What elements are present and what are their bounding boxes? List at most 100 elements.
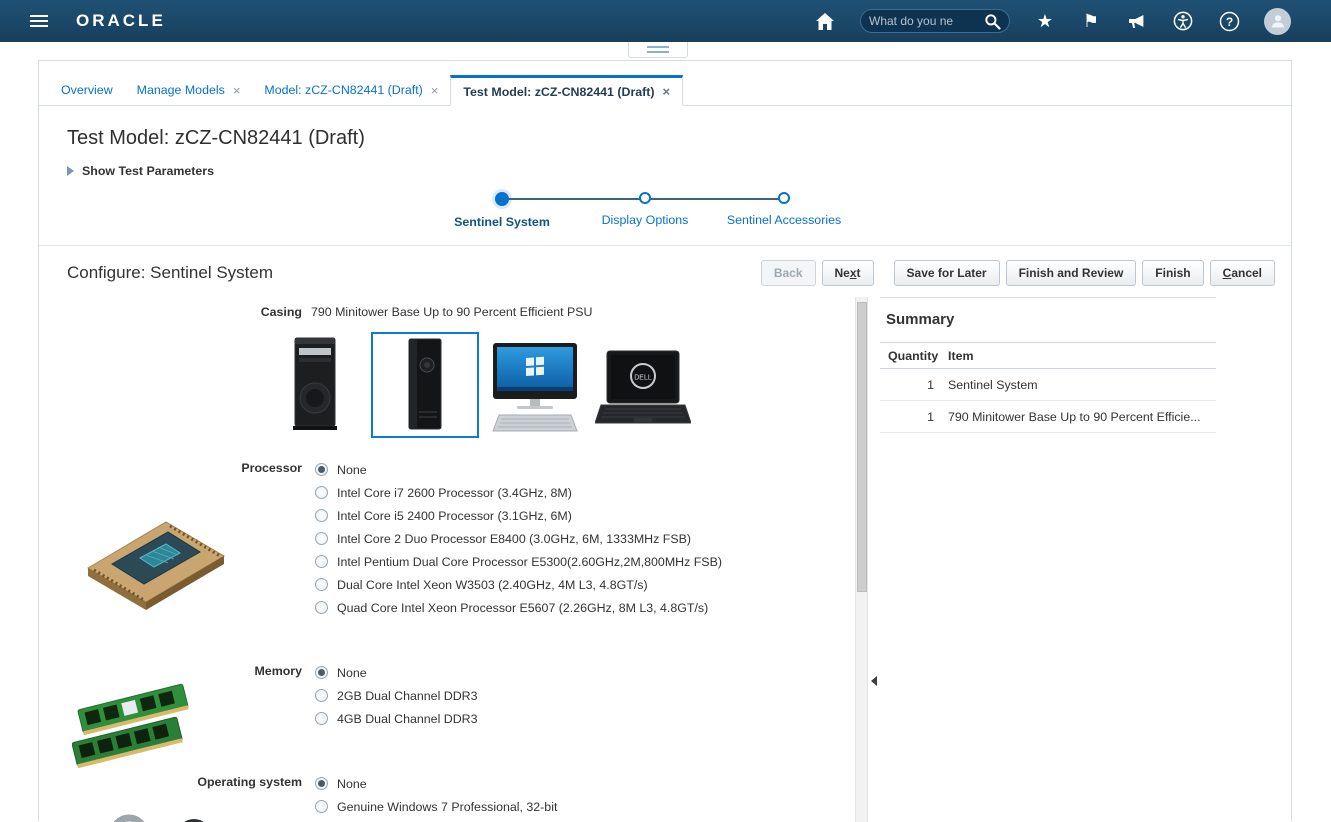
radio-button[interactable] [315, 463, 328, 476]
radio-option[interactable]: Dual Core Intel Xeon W3503 (2.40GHz, 4M … [315, 573, 722, 596]
radio-label[interactable]: 4GB Dual Channel DDR3 [337, 712, 478, 726]
scrollbar-thumb[interactable] [857, 302, 867, 592]
tab-test-model-draft[interactable]: Test Model: zCZ-CN82441 (Draft) × [450, 75, 684, 106]
train-step-sentinel-system[interactable]: Sentinel System [422, 192, 582, 229]
radio-button[interactable] [315, 509, 328, 522]
header-collapse-handle[interactable] [628, 42, 688, 58]
search-icon[interactable] [984, 13, 1001, 30]
back-button[interactable]: Back [760, 260, 816, 286]
configuration-panel: Casing 790 Minitower Base Up to 90 Perce… [39, 297, 855, 822]
hamburger-menu-button[interactable] [30, 12, 48, 30]
radio-button[interactable] [315, 800, 328, 813]
radio-label[interactable]: Intel Core 2 Duo Processor E8400 (3.0GHz… [337, 532, 691, 546]
radio-label[interactable]: None [337, 777, 367, 791]
radio-button[interactable] [315, 666, 328, 679]
flag-icon: ⚑ [1082, 10, 1100, 31]
radio-option[interactable]: None [315, 772, 557, 795]
radio-button[interactable] [315, 601, 328, 614]
global-search[interactable] [860, 9, 1010, 33]
radio-label[interactable]: Quad Core Intel Xeon Processor E5607 (2.… [337, 601, 708, 615]
radio-button[interactable] [315, 486, 328, 499]
close-icon[interactable]: × [233, 84, 241, 97]
os-options: None Genuine Windows 7 Professional, 32-… [315, 772, 557, 818]
close-icon[interactable]: × [431, 84, 439, 97]
radio-button[interactable] [315, 532, 328, 545]
collapse-arrow-icon[interactable] [871, 676, 877, 686]
radio-button[interactable] [315, 712, 328, 725]
show-test-parameters-toggle[interactable]: Show Test Parameters [67, 164, 214, 178]
radio-option[interactable]: Intel Pentium Dual Core Processor E5300(… [315, 550, 722, 573]
tab-model-draft[interactable]: Model: zCZ-CN82441 (Draft) × [252, 75, 450, 105]
train-step-dot [778, 192, 790, 204]
watchlist-button[interactable]: ⚑ [1080, 10, 1102, 32]
tab-label: Overview [61, 83, 113, 97]
radio-label[interactable]: None [337, 666, 367, 680]
radio-button[interactable] [315, 578, 328, 591]
radio-option[interactable]: Genuine Windows 7 Professional, 32-bit [315, 795, 557, 818]
radio-label[interactable]: Intel Core i5 2400 Processor (3.1GHz, 6M… [337, 509, 572, 523]
tab-label: Model: zCZ-CN82441 (Draft) [264, 83, 423, 97]
user-avatar[interactable] [1264, 7, 1291, 35]
home-button[interactable] [814, 10, 836, 32]
next-button[interactable]: Next [821, 260, 874, 286]
quantity-column-header: Quantity [888, 348, 939, 363]
processor-options: None Intel Core i7 2600 Processor (3.4GH… [315, 458, 722, 619]
panel-splitter[interactable] [868, 297, 880, 822]
question-icon: ? [1219, 11, 1239, 31]
summary-panel: Summary Quantity Item 1 Sentinel System … [880, 297, 1216, 433]
favorites-button[interactable]: ★ [1034, 10, 1056, 32]
accessibility-button[interactable] [1172, 10, 1194, 32]
train-step-display-options[interactable]: Display Options [565, 192, 725, 227]
casing-option-slim-tower-selected[interactable] [371, 332, 479, 438]
radio-button[interactable] [315, 689, 328, 702]
train-step-label: Sentinel System [454, 215, 550, 229]
tab-overview[interactable]: Overview [49, 75, 125, 105]
casing-option-minitower[interactable] [287, 336, 343, 435]
content-scrollbar[interactable] [855, 297, 868, 822]
global-header: ORACLE ★ ⚑ ? [0, 0, 1331, 42]
radio-option[interactable]: Intel Core i5 2400 Processor (3.1GHz, 6M… [315, 504, 722, 527]
star-icon: ★ [1036, 10, 1054, 31]
casing-option-all-in-one[interactable] [487, 341, 583, 438]
expand-arrow-icon [67, 166, 74, 176]
close-icon[interactable]: × [663, 85, 671, 98]
item-column-header: Item [948, 348, 974, 363]
radio-label[interactable]: None [337, 463, 367, 477]
help-button[interactable]: ? [1218, 10, 1240, 32]
tab-manage-models[interactable]: Manage Models × [125, 75, 253, 105]
casing-label: Casing [260, 305, 302, 319]
save-for-later-button[interactable]: Save for Later [893, 260, 1000, 286]
radio-option[interactable]: Intel Core i7 2600 Processor (3.4GHz, 8M… [315, 481, 722, 504]
summary-quantity: 1 [927, 409, 934, 424]
divider [39, 245, 1291, 246]
radio-label[interactable]: Genuine Windows 7 Professional, 32-bit [337, 800, 557, 814]
cancel-button[interactable]: Cancel [1209, 260, 1275, 286]
radio-option[interactable]: Quad Core Intel Xeon Processor E5607 (2.… [315, 596, 722, 619]
laptop-image: DELL [594, 350, 692, 424]
radio-option[interactable]: 4GB Dual Channel DDR3 [315, 707, 478, 730]
radio-label[interactable]: Intel Pentium Dual Core Processor E5300(… [337, 555, 722, 569]
processor-label: Processor [241, 461, 302, 475]
search-input[interactable] [869, 14, 984, 28]
finish-and-review-button[interactable]: Finish and Review [1005, 260, 1137, 286]
radio-button[interactable] [315, 555, 328, 568]
announcements-button[interactable] [1126, 10, 1148, 32]
radio-label[interactable]: 2GB Dual Channel DDR3 [337, 689, 478, 703]
radio-label[interactable]: Dual Core Intel Xeon W3503 (2.40GHz, 4M … [337, 578, 648, 592]
finish-button[interactable]: Finish [1142, 260, 1204, 286]
radio-button[interactable] [315, 777, 328, 790]
radio-label[interactable]: Intel Core i7 2600 Processor (3.4GHz, 8M… [337, 486, 572, 500]
page-title: Test Model: zCZ-CN82441 (Draft) [67, 127, 365, 149]
configure-heading: Configure: Sentinel System [67, 263, 273, 282]
radio-option[interactable]: None [315, 661, 478, 684]
tab-bar: Overview Manage Models × Model: zCZ-CN82… [39, 75, 1291, 106]
tab-label: Manage Models [136, 83, 225, 97]
casing-option-laptop[interactable]: DELL [594, 349, 692, 434]
train-step-sentinel-accessories[interactable]: Sentinel Accessories [704, 192, 864, 227]
radio-option[interactable]: Intel Core 2 Duo Processor E8400 (3.0GHz… [315, 527, 722, 550]
summary-title: Summary [886, 311, 955, 328]
radio-option[interactable]: None [315, 458, 722, 481]
radio-option[interactable]: 2GB Dual Channel DDR3 [315, 684, 478, 707]
button-label: ancel [1231, 266, 1262, 280]
operating-system-label: Operating system [197, 775, 302, 789]
